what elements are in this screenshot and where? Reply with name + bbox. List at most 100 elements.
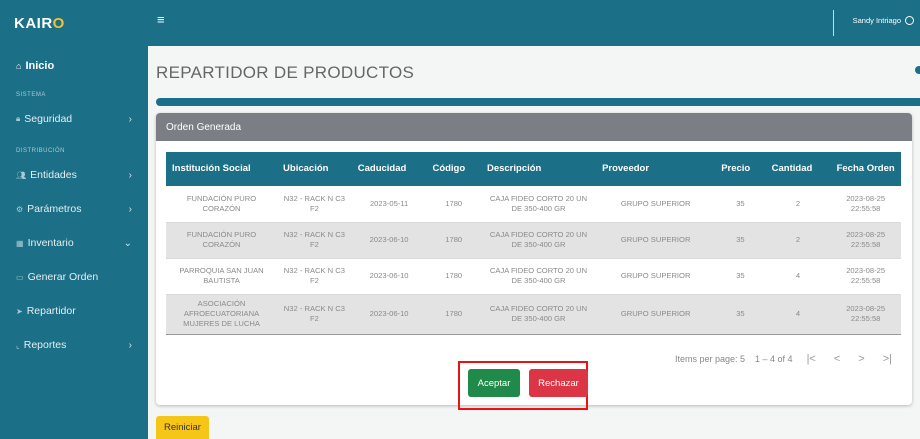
- table-cell: 1780: [426, 258, 481, 295]
- table-cell: CAJA FIDEO CORTO 20 UN DE 350-400 GR: [480, 258, 597, 295]
- first-page-button[interactable]: |<: [803, 353, 820, 365]
- table-row[interactable]: FUNDACIÓN PURO CORAZÓN N32 - RACK N C3 F…: [166, 186, 901, 223]
- card-header: Orden Generada: [156, 113, 912, 141]
- user-menu[interactable]: Sandy Intriago: [853, 16, 914, 25]
- table-cell: 35: [715, 294, 766, 335]
- column-header[interactable]: Proveedor: [596, 152, 715, 186]
- status-dot: [915, 66, 920, 74]
- column-header[interactable]: Ubicación: [277, 152, 352, 186]
- table-cell: FUNDACIÓN PURO CORAZÓN: [166, 222, 278, 259]
- table-cell: 1780: [426, 186, 481, 223]
- sidebar-item-label: Parámetros: [27, 203, 82, 215]
- progress-bar: [156, 98, 920, 106]
- next-page-button[interactable]: >: [854, 353, 868, 365]
- table-cell: 2023-06-10: [351, 258, 427, 295]
- column-header[interactable]: Caducidad: [352, 152, 427, 186]
- table-row[interactable]: PARROQUIA SAN JUAN BAUTISTA N32 - RACK N…: [166, 258, 901, 295]
- table-cell: 1780: [426, 294, 481, 335]
- table-cell: 2023-05-11: [351, 186, 427, 223]
- brand-logo-text: KAIR: [14, 14, 53, 32]
- sidebar-item-label: Reportes: [23, 339, 67, 351]
- user-icon: [905, 16, 914, 25]
- sidebar-section-sistema: SISTEMA: [16, 92, 46, 98]
- chevron-down-icon: ⌄: [123, 237, 132, 249]
- sidebar-item-seguridad[interactable]: 🔒︎ Seguridad ›: [0, 102, 148, 136]
- page-size-select[interactable]: 5: [740, 354, 745, 364]
- column-header[interactable]: Código: [426, 152, 481, 186]
- reject-button[interactable]: Rechazar: [529, 369, 588, 397]
- table-cell: N32 - RACK N C3 F2: [277, 186, 352, 223]
- table-cell: 35: [715, 258, 766, 295]
- table-cell: GRUPO SUPERIOR: [596, 294, 716, 335]
- menu-icon[interactable]: ≡: [157, 12, 165, 27]
- page-title: REPARTIDOR DE PRODUCTOS: [156, 63, 415, 82]
- table-cell: CAJA FIDEO CORTO 20 UN DE 350-400 GR: [480, 186, 597, 223]
- sidebar-item-inicio[interactable]: ⌂ Inicio: [0, 46, 148, 80]
- last-page-button[interactable]: >|: [879, 353, 896, 365]
- table-cell: GRUPO SUPERIOR: [596, 186, 716, 223]
- table-cell: 4: [765, 258, 831, 295]
- send-icon: ➤: [16, 306, 23, 316]
- user-name: Sandy Intriago: [852, 16, 901, 25]
- table-row[interactable]: ASOCIACIÓN AFROECUATORIANA MUJERES DE LU…: [166, 294, 901, 335]
- sidebar-item-repartidor[interactable]: ➤ Repartidor: [0, 294, 148, 328]
- table-cell: 2023-08-25 22:55:58: [830, 186, 901, 223]
- table-cell: 2023-08-25 22:55:58: [830, 258, 901, 295]
- sidebar-item-entidades[interactable]: 👥︎ Entidades ›: [0, 158, 148, 192]
- chevron-right-icon: ›: [128, 169, 132, 181]
- sidebar-item-inventario[interactable]: ▦ Inventario ⌄: [0, 226, 148, 260]
- table-cell: 35: [715, 222, 766, 259]
- box-icon: ▦: [16, 238, 24, 248]
- accept-button[interactable]: Aceptar: [468, 369, 520, 397]
- table-cell: FUNDACIÓN PURO CORAZÓN: [166, 186, 278, 223]
- sliders-icon: ⚙: [16, 204, 24, 214]
- table-cell: CAJA FIDEO CORTO 20 UN DE 350-400 GR: [480, 294, 597, 335]
- brand-logo-accent: O: [52, 14, 65, 32]
- table-cell: 35: [715, 186, 766, 223]
- sidebar-item-generar-orden[interactable]: ▭ Generar Orden: [0, 260, 148, 294]
- table-cell: N32 - RACK N C3 F2: [277, 222, 352, 259]
- chevron-right-icon: ›: [128, 339, 132, 351]
- sidebar-item-label: Seguridad: [24, 113, 73, 125]
- table-cell: PARROQUIA SAN JUAN BAUTISTA: [166, 258, 278, 295]
- sidebar-item-label: Generar Orden: [27, 271, 99, 283]
- column-header[interactable]: Fecha Orden: [830, 152, 901, 186]
- cart-icon: ▭: [16, 272, 24, 282]
- brand-logo[interactable]: KAIR O: [0, 0, 148, 46]
- sidebar: KAIR O ⌂ Inicio SISTEMA 🔒︎ Seguridad › DIS…: [0, 0, 148, 439]
- column-header[interactable]: Precio: [715, 152, 765, 186]
- table-cell: 2023-08-25 22:55:58: [830, 222, 901, 259]
- table-cell: 1780: [426, 222, 481, 259]
- table-cell: N32 - RACK N C3 F2: [277, 258, 352, 295]
- order-table: Institución Social Ubicación Caducidad C…: [166, 152, 901, 335]
- reset-button[interactable]: Reiniciar: [156, 416, 209, 439]
- lock-icon: 🔒︎: [16, 114, 21, 123]
- table-cell: CAJA FIDEO CORTO 20 UN DE 350-400 GR: [480, 222, 597, 259]
- table-cell: 4: [765, 294, 831, 335]
- sidebar-item-parametros[interactable]: ⚙ Parámetros ›: [0, 192, 148, 226]
- table-cell: 2023-08-25 22:55:58: [830, 294, 901, 335]
- topbar: ≡ Sandy Intriago: [148, 0, 920, 46]
- column-header[interactable]: Cantidad: [766, 152, 831, 186]
- topbar-divider: [833, 10, 834, 36]
- previous-page-button[interactable]: <: [830, 353, 844, 365]
- table-cell: 2: [765, 222, 831, 259]
- table-row[interactable]: FUNDACIÓN PURO CORAZÓN N32 - RACK N C3 F…: [166, 222, 901, 259]
- sidebar-item-label: Inicio: [25, 60, 55, 72]
- table-cell: 2023-06-10: [351, 294, 427, 335]
- sidebar-section-distribucion: DISTRIBUCIÓN: [16, 148, 66, 154]
- column-header[interactable]: Descripción: [481, 152, 596, 186]
- sidebar-item-reportes[interactable]: ⌞ Reportes ›: [0, 328, 148, 362]
- people-icon: 👥︎: [16, 170, 27, 180]
- paginator: Items per page: 5 1 – 4 of 4 |< < > >|: [675, 353, 896, 365]
- column-header[interactable]: Institución Social: [166, 152, 277, 186]
- table-cell: GRUPO SUPERIOR: [596, 258, 716, 295]
- order-card: Orden Generada Institución Social Ubicac…: [156, 113, 912, 410]
- sidebar-item-label: Repartidor: [26, 305, 76, 317]
- sidebar-item-label: Inventario: [27, 237, 74, 249]
- table-cell: 2023-06-10: [351, 222, 427, 259]
- items-per-page-label: Items per page: 5: [674, 354, 746, 364]
- sidebar-item-label: Entidades: [30, 169, 77, 181]
- table-header-row: Institución Social Ubicación Caducidad C…: [166, 152, 901, 186]
- chevron-right-icon: ›: [128, 113, 132, 125]
